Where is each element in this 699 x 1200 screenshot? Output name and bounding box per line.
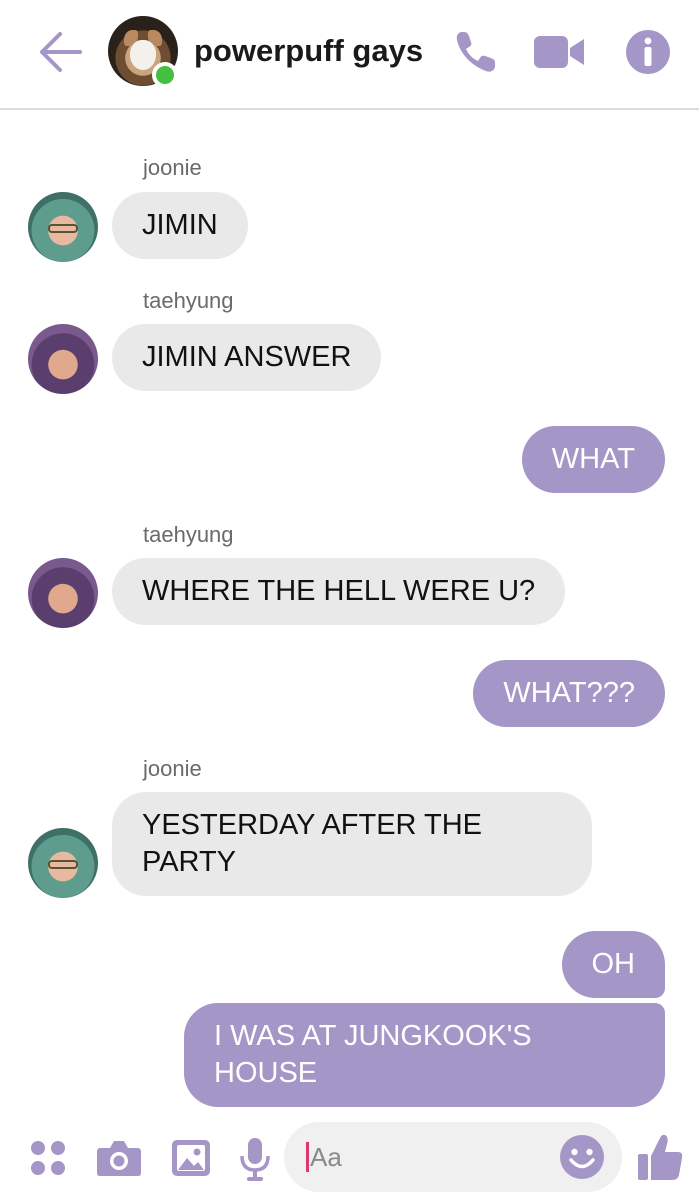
sender-name: taehyung (143, 288, 234, 313)
message-bubble-outgoing[interactable]: WHAT (521, 426, 665, 493)
chat-title[interactable]: powerpuff gays (194, 33, 423, 69)
microphone-icon[interactable] (238, 1136, 272, 1182)
message-input[interactable] (310, 1134, 540, 1180)
chat-header: powerpuff gays (0, 0, 699, 110)
sender-name: taehyung (143, 522, 234, 547)
thumbs-up-icon[interactable] (636, 1132, 684, 1182)
video-camera-icon[interactable] (532, 28, 586, 76)
apps-grid-icon[interactable] (28, 1138, 68, 1178)
message-bubble-incoming[interactable]: JIMIN (112, 192, 248, 259)
avatar-joonie[interactable] (28, 192, 98, 262)
image-icon[interactable] (170, 1138, 212, 1178)
info-icon[interactable] (624, 28, 672, 76)
avatar-taehyung[interactable] (28, 558, 98, 628)
message-composer[interactable] (284, 1122, 622, 1192)
message-bubble-outgoing[interactable]: OH (561, 931, 665, 998)
composer-bar (0, 1118, 699, 1200)
camera-icon[interactable] (96, 1138, 142, 1178)
back-arrow-icon[interactable] (36, 30, 84, 74)
phone-icon[interactable] (452, 28, 500, 76)
message-bubble-outgoing[interactable]: I WAS AT JUNGKOOK'S HOUSE (184, 1003, 665, 1107)
message-bubble-outgoing[interactable]: WHAT??? (473, 660, 665, 727)
avatar-taehyung[interactable] (28, 324, 98, 394)
text-cursor (306, 1142, 309, 1172)
message-bubble-incoming[interactable]: JIMIN ANSWER (112, 324, 382, 391)
avatar-joonie[interactable] (28, 828, 98, 898)
message-bubble-incoming[interactable]: WHERE THE HELL WERE U? (112, 558, 566, 625)
sender-name: joonie (143, 756, 202, 781)
online-status-dot (152, 62, 178, 88)
emoji-icon[interactable] (558, 1133, 606, 1181)
sender-name: joonie (143, 155, 202, 180)
message-bubble-incoming[interactable]: YESTERDAY AFTER THE PARTY (112, 792, 592, 896)
